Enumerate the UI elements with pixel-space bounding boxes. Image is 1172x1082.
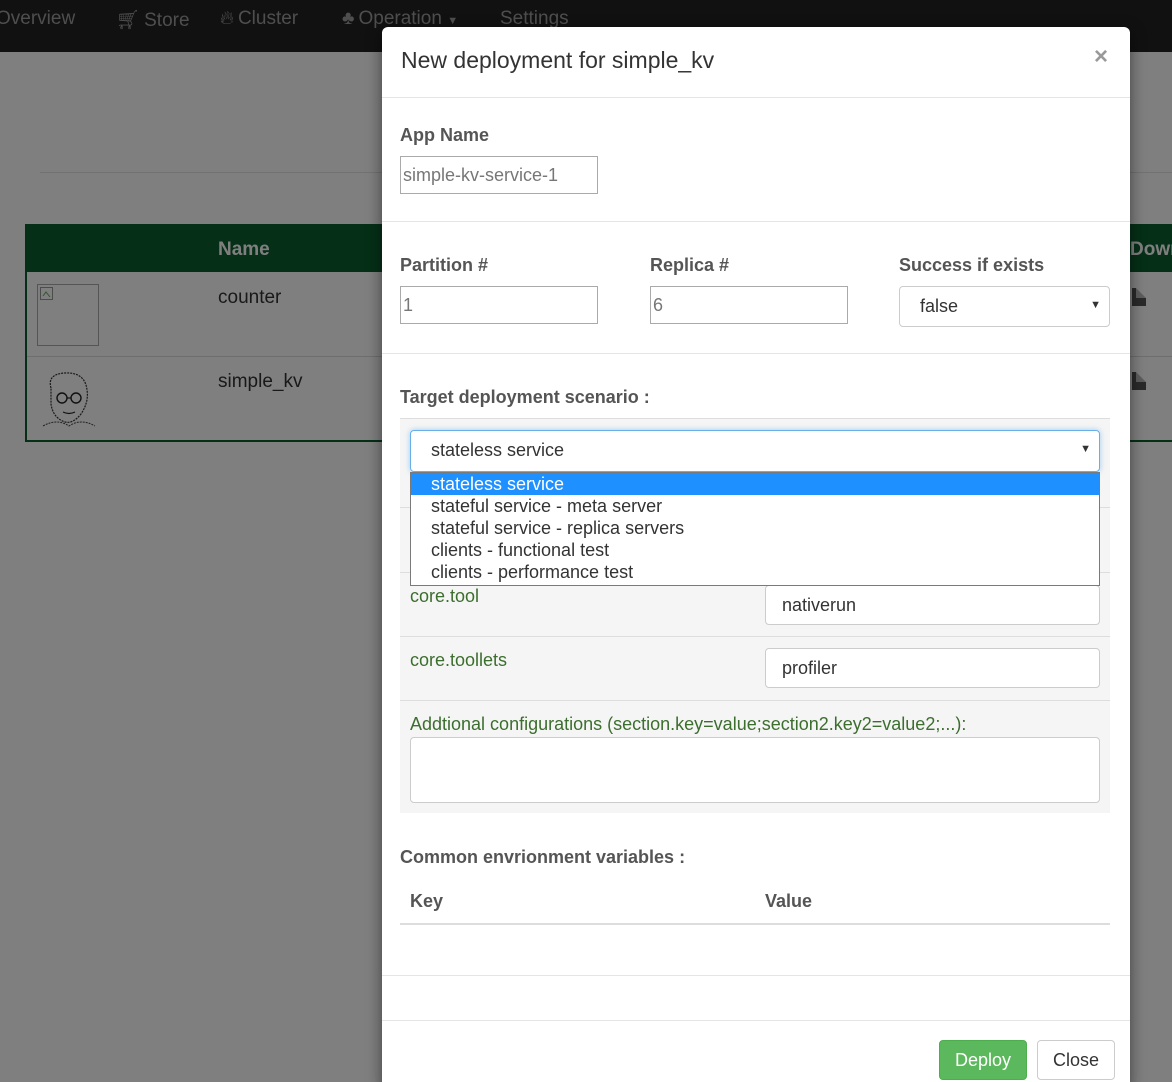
scenario-option[interactable]: clients - performance test xyxy=(411,561,1099,583)
env-vars-label: Common envrionment variables : xyxy=(400,847,686,867)
config-row-divider xyxy=(400,636,1110,637)
deploy-button[interactable]: Deploy xyxy=(939,1040,1028,1080)
core-toollets-label: core.toollets xyxy=(410,650,508,670)
success-if-exists-select[interactable]: false ▼ xyxy=(899,286,1110,327)
core-tool-input[interactable]: nativerun xyxy=(765,585,1100,625)
close-icon[interactable]: × xyxy=(1094,43,1108,71)
scenario-selected-value: stateless service xyxy=(431,440,565,460)
scenario-option[interactable]: clients - functional test xyxy=(411,539,1099,561)
scenario-option[interactable]: stateful service - meta server xyxy=(411,495,1099,517)
scenario-option[interactable]: stateful service - replica servers xyxy=(411,517,1099,539)
core-tool-label: core.tool xyxy=(410,586,480,606)
close-button[interactable]: Close xyxy=(1037,1040,1116,1080)
additional-config-textarea[interactable] xyxy=(410,737,1100,803)
scenario-options-list: stateless service stateful service - met… xyxy=(410,472,1100,586)
success-if-exists-label: Success if exists xyxy=(899,255,1045,275)
env-column-value: Value xyxy=(765,891,813,911)
scenario-label: Target deployment scenario : xyxy=(400,387,650,407)
modal-footer-divider xyxy=(382,1020,1130,1021)
modal-title: New deployment for simple_kv xyxy=(401,47,715,73)
replica-input[interactable] xyxy=(650,286,848,324)
env-column-key: Key xyxy=(410,891,444,911)
modal-header-divider xyxy=(382,97,1130,98)
partition-label: Partition # xyxy=(400,255,489,275)
additional-config-label: Addtional configurations (section.key=va… xyxy=(410,714,967,734)
dropdown-arrow-icon: ▼ xyxy=(1090,299,1101,311)
env-table-divider xyxy=(400,923,1110,925)
config-row-divider xyxy=(400,700,1110,701)
app-name-input[interactable] xyxy=(400,156,598,194)
new-deployment-modal: New deployment for simple_kv × App Name … xyxy=(382,27,1130,1082)
section-divider xyxy=(382,221,1130,222)
core-toollets-input[interactable]: profiler xyxy=(765,648,1100,688)
section-divider xyxy=(382,975,1130,976)
dropdown-arrow-icon: ▼ xyxy=(1080,443,1091,455)
replica-label: Replica # xyxy=(650,255,730,275)
success-if-exists-value: false xyxy=(920,296,959,316)
scenario-select[interactable]: stateless service ▼ xyxy=(410,430,1100,472)
scenario-option[interactable]: stateless service xyxy=(411,473,1099,495)
app-name-label: App Name xyxy=(400,125,490,145)
partition-input[interactable] xyxy=(400,286,598,324)
section-divider xyxy=(382,353,1130,354)
